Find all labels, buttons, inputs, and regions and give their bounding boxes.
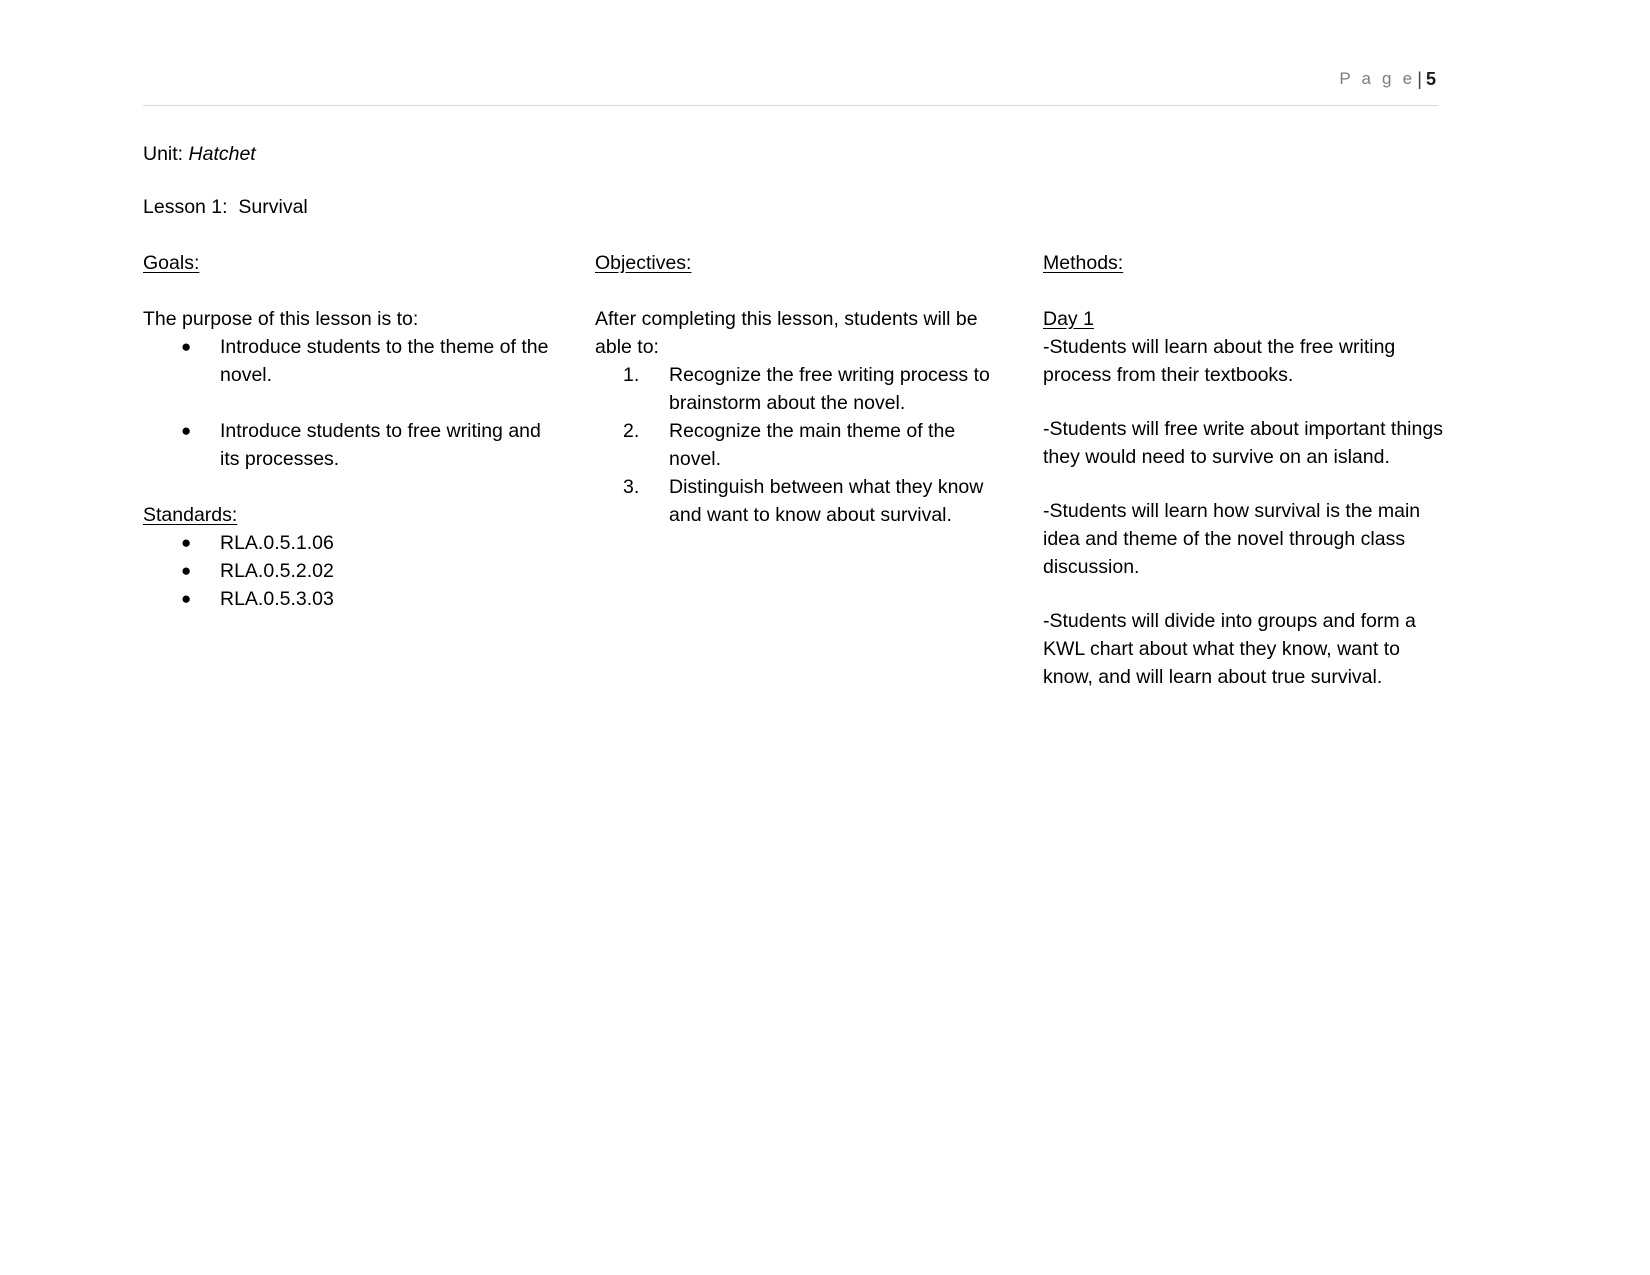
list-marker: 2.: [623, 420, 640, 442]
page-number: 5: [1425, 69, 1436, 89]
bullet-icon: ●: [181, 421, 192, 440]
goals-list: ● Introduce students to the theme of the…: [143, 333, 563, 473]
list-item: 2. Recognize the main theme of the novel…: [595, 417, 995, 473]
list-item: ● Introduce students to free writing and…: [143, 417, 563, 473]
list-item: 3. Distinguish between what they know an…: [595, 473, 995, 529]
document-page: P a g e | 5 Unit: Hatchet Lesson 1: Surv…: [0, 0, 1650, 1275]
objectives-list: 1. Recognize the free writing process to…: [595, 361, 995, 529]
bullet-icon: ●: [181, 561, 192, 580]
page-header: P a g e | 5: [143, 70, 1438, 106]
unit-label: Unit:: [143, 143, 189, 165]
methods-block: -Students will free write about importan…: [1043, 418, 1443, 468]
methods-block: -Students will learn how survival is the…: [1043, 500, 1421, 578]
page-header-separator: |: [1417, 69, 1422, 89]
methods-column: Methods: Day 1 -Students will learn abou…: [1043, 249, 1443, 691]
document-intro: Unit: Hatchet Lesson 1: Survival: [143, 140, 1443, 221]
goals-heading: Goals:: [143, 252, 200, 274]
list-item: ● RLA.0.5.2.02: [143, 557, 563, 585]
list-item: ● RLA.0.5.3.03: [143, 585, 563, 613]
methods-day-label: Day 1: [1043, 308, 1094, 330]
list-item-label: Introduce students to the theme of the n…: [220, 336, 549, 386]
list-item-label: RLA.0.5.3.03: [220, 588, 334, 610]
list-item-label: RLA.0.5.2.02: [220, 560, 334, 582]
list-item: ● Introduce students to the theme of the…: [143, 333, 563, 389]
lesson-plan-columns: Goals: The purpose of this lesson is to:…: [143, 249, 1443, 719]
unit-line: Unit: Hatchet: [143, 140, 1443, 168]
list-item-label: RLA.0.5.1.06: [220, 532, 334, 554]
unit-title: Hatchet: [188, 143, 256, 165]
bullet-icon: ●: [181, 337, 192, 356]
list-item: 1. Recognize the free writing process to…: [595, 361, 995, 417]
bullet-icon: ●: [181, 533, 192, 552]
list-item: ● RLA.0.5.1.06: [143, 529, 563, 557]
methods-heading: Methods:: [1043, 252, 1124, 274]
objectives-heading: Objectives:: [595, 252, 692, 274]
list-marker: 1.: [623, 364, 640, 386]
lesson-line: Lesson 1: Survival: [143, 196, 308, 218]
standards-list: ● RLA.0.5.1.06 ● RLA.0.5.2.02 ● RLA.0.5.…: [143, 529, 563, 613]
standards-heading: Standards:: [143, 504, 238, 526]
methods-block: -Students will learn about the free writ…: [1043, 336, 1396, 386]
list-item-label: Recognize the free writing process to br…: [669, 364, 990, 414]
objectives-column: Objectives: After completing this lesson…: [595, 249, 995, 529]
methods-block: -Students will divide into groups and fo…: [1043, 610, 1416, 688]
goals-intro: The purpose of this lesson is to:: [143, 308, 419, 330]
list-item-label: Recognize the main theme of the novel.: [669, 420, 956, 470]
page-header-content: P a g e | 5: [143, 70, 1438, 105]
bullet-icon: ●: [181, 589, 192, 608]
list-marker: 3.: [623, 476, 640, 498]
page-word-label: P a g e: [1339, 69, 1416, 88]
goals-column: Goals: The purpose of this lesson is to:…: [143, 249, 563, 613]
objectives-intro: After completing this lesson, students w…: [595, 308, 978, 358]
list-item-label: Introduce students to free writing and i…: [220, 420, 541, 470]
list-item-label: Distinguish between what they know and w…: [669, 476, 984, 526]
